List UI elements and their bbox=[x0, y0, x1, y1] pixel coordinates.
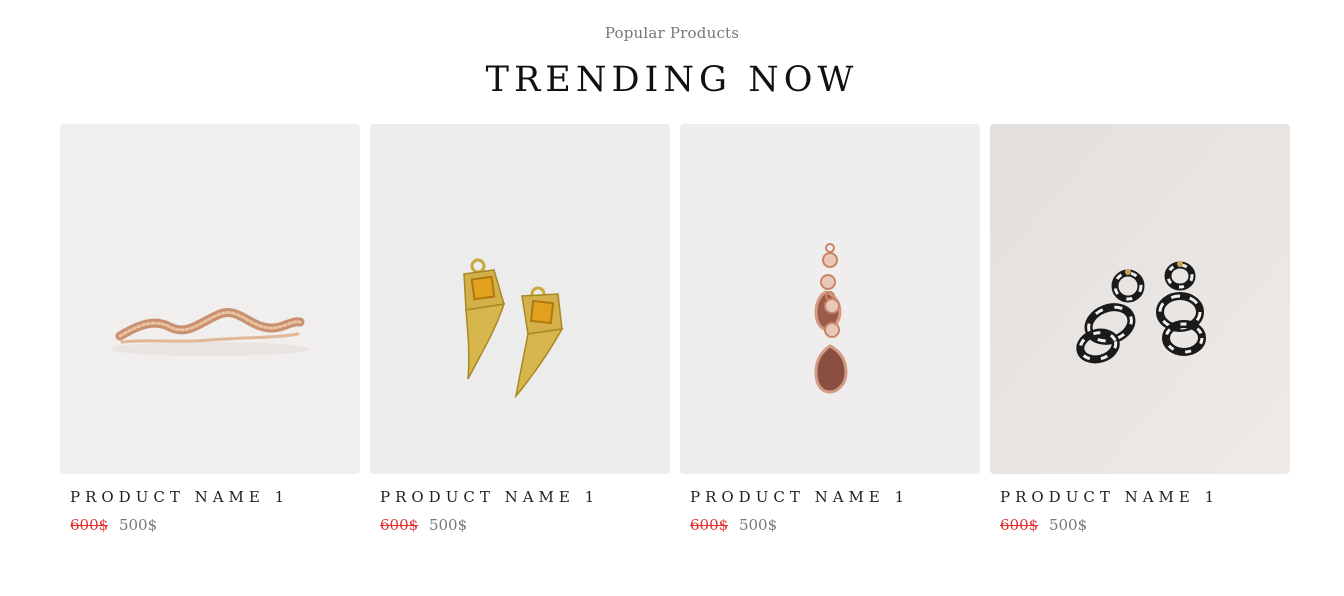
product-card[interactable]: PRODUCT NAME 1 600$ 500$ bbox=[990, 124, 1290, 534]
sale-price: 500$ bbox=[738, 516, 778, 534]
product-name[interactable]: PRODUCT NAME 1 bbox=[1000, 488, 1290, 506]
product-image[interactable] bbox=[370, 124, 670, 474]
product-price: 600$ 500$ bbox=[70, 516, 360, 534]
product-card[interactable]: PRODUCT NAME 1 600$ 500$ bbox=[370, 124, 670, 534]
product-image[interactable] bbox=[990, 124, 1290, 474]
ring-image bbox=[60, 124, 360, 474]
section-title: TRENDING NOW bbox=[485, 60, 859, 100]
old-price: 600$ bbox=[380, 516, 419, 534]
horn-earrings-image bbox=[370, 124, 670, 474]
old-price: 600$ bbox=[690, 516, 729, 534]
sale-price: 500$ bbox=[428, 516, 468, 534]
product-name[interactable]: PRODUCT NAME 1 bbox=[70, 488, 360, 506]
product-name[interactable]: PRODUCT NAME 1 bbox=[690, 488, 980, 506]
product-card[interactable]: PRODUCT NAME 1 600$ 500$ bbox=[680, 124, 980, 534]
product-grid: PRODUCT NAME 1 600$ 500$ PRODUCT NAME 1 bbox=[60, 124, 1290, 534]
old-price: 600$ bbox=[1000, 516, 1039, 534]
sale-price: 500$ bbox=[1048, 516, 1088, 534]
old-price: 600$ bbox=[70, 516, 109, 534]
drop-earrings-image bbox=[680, 124, 980, 474]
product-image[interactable] bbox=[60, 124, 360, 474]
product-image[interactable] bbox=[680, 124, 980, 474]
product-name[interactable]: PRODUCT NAME 1 bbox=[380, 488, 670, 506]
product-price: 600$ 500$ bbox=[1000, 516, 1290, 534]
chain-earrings-image bbox=[990, 124, 1290, 474]
product-price: 600$ 500$ bbox=[690, 516, 980, 534]
product-price: 600$ 500$ bbox=[380, 516, 670, 534]
product-card[interactable]: PRODUCT NAME 1 600$ 500$ bbox=[60, 124, 360, 534]
section-kicker: Popular Products bbox=[604, 24, 740, 42]
sale-price: 500$ bbox=[118, 516, 158, 534]
